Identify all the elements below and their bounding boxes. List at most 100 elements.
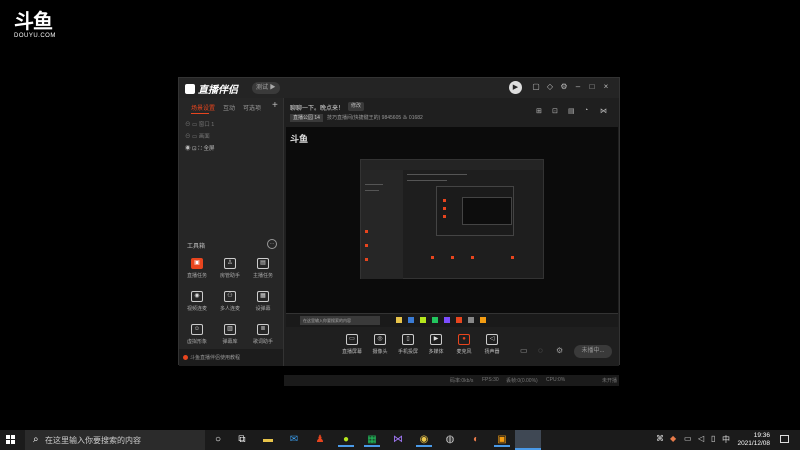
- visual-studio-icon[interactable]: ⋈: [390, 433, 406, 447]
- battery-icon[interactable]: ▯: [711, 434, 715, 443]
- app-icon[interactable]: ◐: [468, 433, 484, 447]
- douyu-icon: [480, 317, 486, 323]
- clock[interactable]: 19:36 2021/12/08: [732, 432, 770, 448]
- preview-taskbar: 在这里输入你要搜索的内容: [286, 313, 618, 327]
- tab-interact[interactable]: 互动: [223, 103, 235, 112]
- tutorial-link[interactable]: 斗鱼直播伴侣使用教程: [183, 354, 240, 361]
- douyu-icon[interactable]: ▣: [494, 433, 510, 447]
- close-icon[interactable]: ×: [601, 82, 611, 92]
- gear-icon[interactable]: ⚙: [556, 346, 563, 355]
- nested-preview-window-2: [436, 186, 514, 236]
- tray-screen-icon[interactable]: ▭: [684, 434, 692, 443]
- bell-icon[interactable]: ◔: [584, 107, 588, 114]
- tool-room-manager[interactable]: ♙ 房管助手: [216, 258, 244, 279]
- status-dropped: 丢帧:0(0.00%): [506, 378, 538, 384]
- gift-icon[interactable]: ◇: [545, 82, 555, 92]
- camera-button[interactable]: ◎ 摄像头: [366, 334, 394, 355]
- task-view-icon[interactable]: ⧉: [234, 433, 250, 447]
- speaker-icon: ◁: [486, 334, 498, 345]
- app-icon[interactable]: ♟: [312, 433, 328, 447]
- phone-cast-button[interactable]: ▯ 手机投屏: [394, 334, 422, 355]
- live-companion-window: 直播伴侣 测试 ▶ ▶ ▢ ◇ ⚙ – □ × 场景设置 互动 可选项 + ⊖ …: [178, 77, 620, 386]
- tool-lyrics[interactable]: ≣ 歌词助手: [249, 324, 277, 345]
- edit-title-button[interactable]: 修改: [348, 102, 365, 111]
- message-icon[interactable]: ▢: [531, 82, 541, 92]
- tab-options[interactable]: 可选项: [243, 103, 261, 112]
- douyu-url: DOUYU.COM: [14, 33, 56, 39]
- scene-item[interactable]: ⊖ ▭ 窗口 1: [185, 120, 214, 128]
- control-label: 扬声器: [484, 349, 500, 355]
- tool-avatar[interactable]: ☺ 虚拟形象: [183, 324, 211, 345]
- app-icon: [420, 317, 426, 323]
- tool-multi-call[interactable]: ⚇ 多人连麦: [216, 291, 244, 312]
- stream-preview[interactable]: 斗鱼 在这里输入你要搜索的内容: [286, 127, 618, 327]
- lyrics-icon: ≣: [257, 324, 269, 335]
- status-bar: 码率:0kb/s FPS:30 丢帧:0(0.00%) CPU:0% 未开播: [284, 375, 619, 386]
- app-icon[interactable]: ●: [338, 433, 354, 447]
- tool-video-call[interactable]: ◉ 视频连麦: [183, 291, 211, 312]
- file-explorer-icon[interactable]: ▬: [260, 433, 276, 447]
- category-tag[interactable]: 直播公园 14: [290, 114, 323, 122]
- status-bitrate: 码率:0kb/s: [450, 378, 474, 384]
- nested-title-bar: [361, 160, 543, 170]
- gift-icon[interactable]: ⊞: [536, 107, 542, 115]
- media-button[interactable]: ▶ 多媒体: [422, 334, 450, 355]
- speaker-button[interactable]: ◁ 扬声器: [478, 334, 506, 355]
- mic-button[interactable]: ● 麦克风: [450, 334, 478, 355]
- tool-barrage[interactable]: ▦ 设弹幕: [249, 291, 277, 312]
- ime-indicator[interactable]: 中: [722, 434, 730, 445]
- app-icon[interactable]: ▦: [364, 433, 380, 447]
- record-icon[interactable]: ▭: [520, 346, 528, 355]
- tutorial-dot-icon: [183, 355, 188, 360]
- lock-icon[interactable]: ⊡: [552, 107, 558, 115]
- tool-label: 直播任务: [186, 273, 207, 279]
- network-icon[interactable]: ⌘: [656, 434, 664, 443]
- task-icon: ▣: [191, 258, 203, 269]
- avatar-icon: ☺: [191, 324, 203, 335]
- taskbar-search[interactable]: ⌕ 在这里输入你要搜索的内容: [25, 430, 205, 450]
- start-live-button[interactable]: 未播中...: [574, 345, 612, 358]
- cortana-icon[interactable]: ○: [210, 433, 226, 447]
- document-icon[interactable]: ▤: [568, 107, 575, 115]
- preview-search: 在这里输入你要搜索的内容: [300, 316, 380, 325]
- app-title: 直播伴侣: [198, 85, 238, 96]
- scene-item[interactable]: ⊖ ▭ 画面: [185, 132, 210, 140]
- chrome-icon[interactable]: ◉: [416, 433, 432, 447]
- scene-label: 全屏: [203, 146, 215, 152]
- tutorial-label: 斗鱼直播伴侣使用教程: [190, 355, 241, 361]
- mail-icon[interactable]: ✉: [286, 433, 302, 447]
- clock-time: 19:36: [753, 432, 770, 439]
- scene-item[interactable]: ◉ ⊡ ⛶ 全屏: [185, 144, 215, 153]
- status-live: 未开播: [602, 378, 618, 384]
- add-scene-button[interactable]: +: [272, 100, 278, 111]
- app-icon: [432, 317, 438, 323]
- room-info-text: 技巧直播间(快捷键王的) 9845605 ♨ 01682: [326, 115, 423, 121]
- tool-live-task[interactable]: ▣ 直播任务: [183, 258, 211, 279]
- steam-icon[interactable]: ◍: [442, 433, 458, 447]
- tab-underline: [191, 113, 209, 114]
- active-app-slot[interactable]: [515, 430, 541, 450]
- windows-start-icon[interactable]: [6, 435, 16, 445]
- tool-label: 虚拟形象: [186, 339, 207, 345]
- mail-icon: [408, 317, 414, 323]
- tool-library[interactable]: ▥ 弹幕库: [216, 324, 244, 345]
- version-badge[interactable]: 测试 ▶: [252, 82, 280, 94]
- phone-icon: ▯: [402, 334, 414, 345]
- tool-anchor-task[interactable]: ▤ 主播任务: [249, 258, 277, 279]
- toolbox-settings-icon[interactable]: ⋯: [267, 239, 277, 249]
- app-brand: 直播伴侣: [185, 81, 238, 96]
- play-icon[interactable]: ▶: [509, 81, 522, 94]
- maximize-icon[interactable]: □: [587, 82, 597, 92]
- screen-capture-button[interactable]: ▭ 直播屏幕: [338, 334, 366, 355]
- volume-icon[interactable]: ◁: [698, 434, 704, 443]
- tab-scenes[interactable]: 场景设置: [191, 103, 215, 112]
- timer-icon[interactable]: ◌: [538, 346, 543, 355]
- minimize-icon[interactable]: –: [573, 82, 583, 92]
- notification-icon[interactable]: [780, 435, 789, 443]
- nested-sidebar: [361, 170, 403, 279]
- share-icon[interactable]: ⋈: [600, 107, 607, 115]
- settings-icon[interactable]: ⚙: [559, 82, 569, 92]
- tray-app-icon[interactable]: ◆: [670, 434, 676, 443]
- tool-label: 主播任务: [252, 273, 273, 279]
- status-cpu: CPU:0%: [546, 377, 566, 383]
